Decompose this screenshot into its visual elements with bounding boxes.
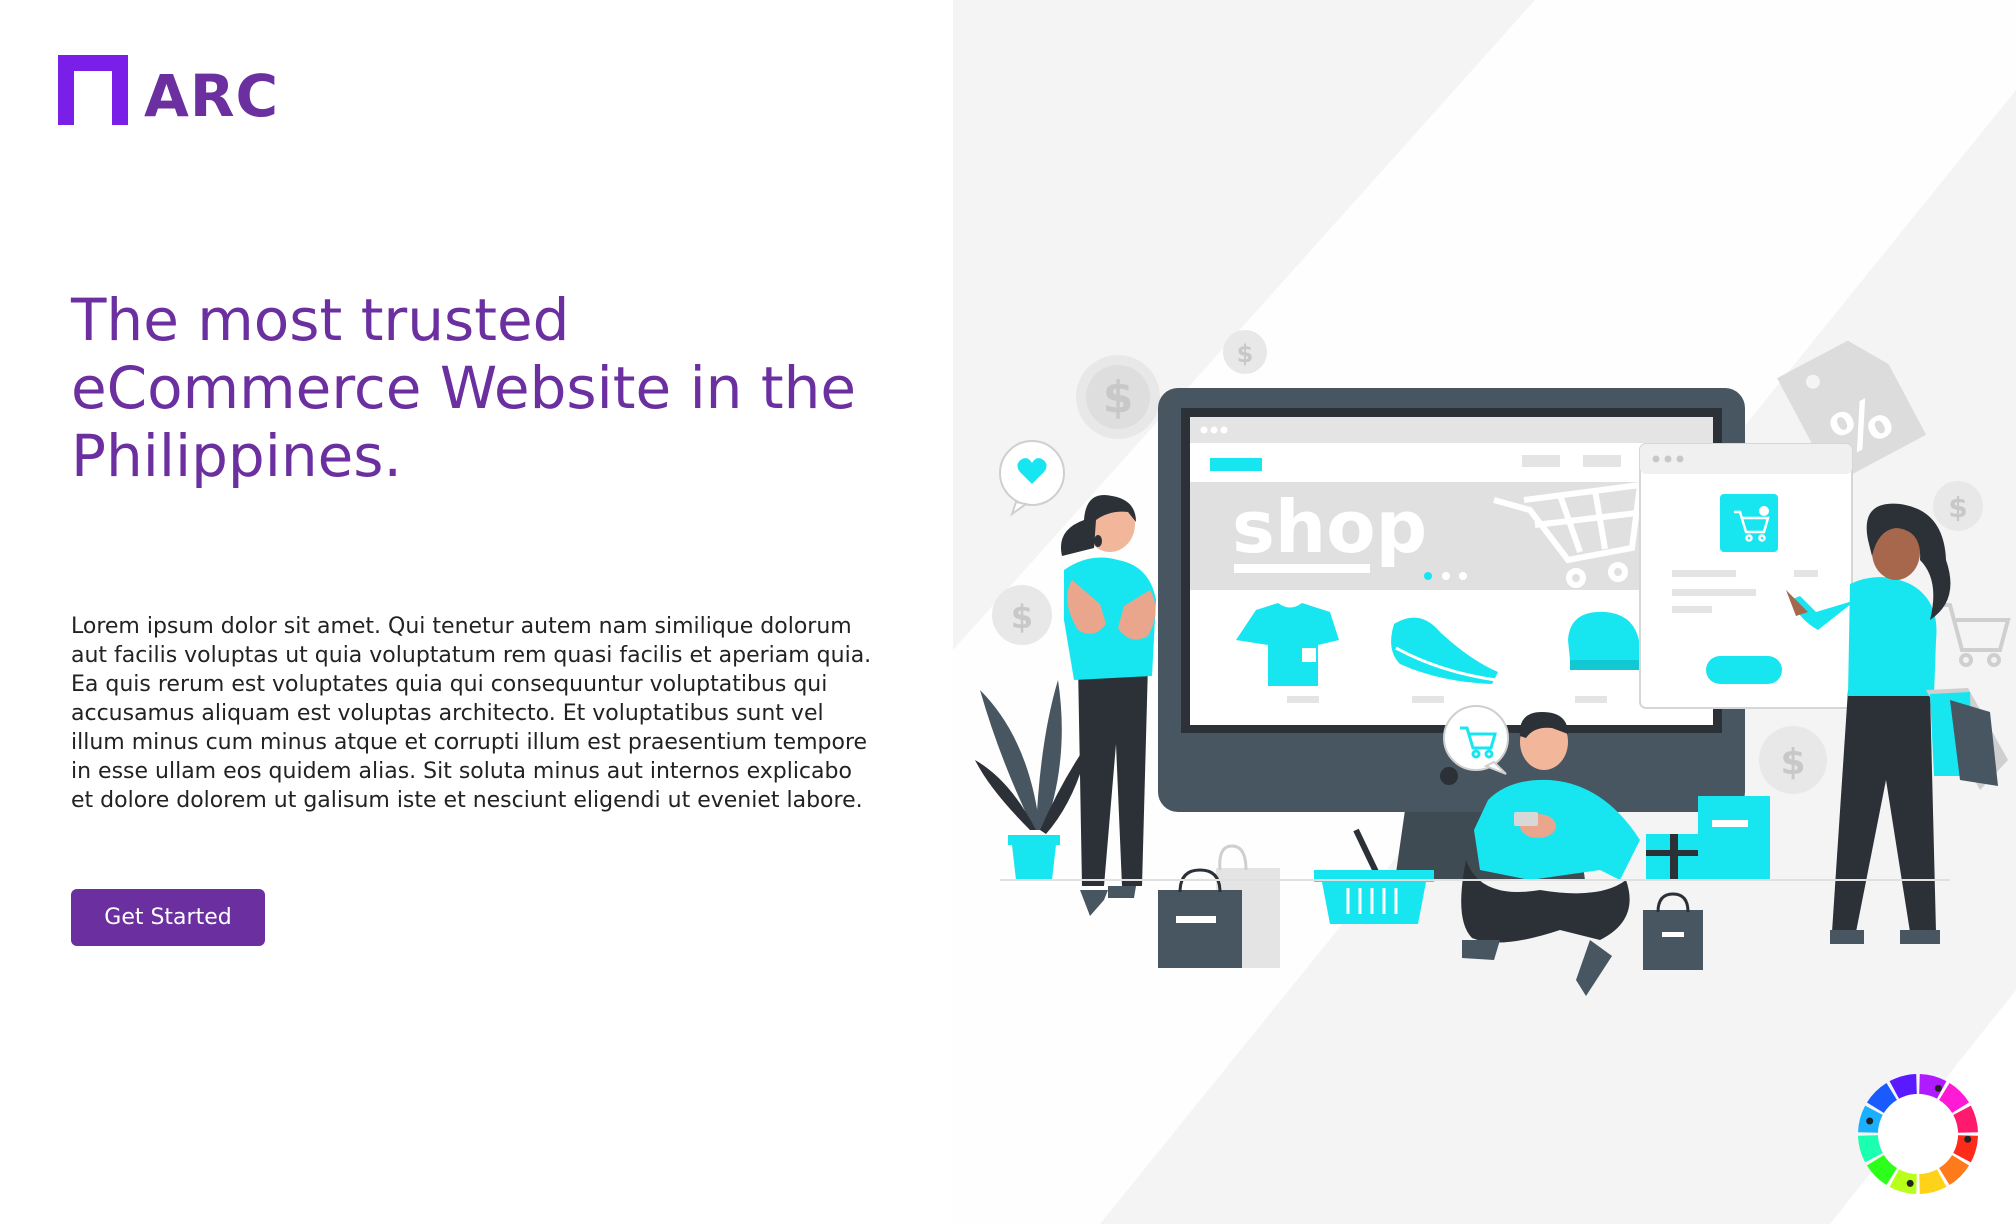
svg-text:$: $ <box>1011 598 1033 636</box>
cart-icon <box>1936 603 2011 667</box>
color-wheel-icon[interactable] <box>1852 1068 1984 1200</box>
get-started-button[interactable]: Get Started <box>71 889 265 946</box>
dollar-coin-icon: $ <box>992 585 1052 645</box>
color-wheel-marker <box>1906 1179 1914 1187</box>
dollar-coin-icon: $ <box>1223 330 1267 374</box>
svg-text:$: $ <box>1948 491 1967 524</box>
hero-description: Lorem ipsum dolor sit amet. Qui tenetur … <box>71 614 872 813</box>
dollar-coin-icon: $ <box>1759 726 1827 794</box>
color-wheel-marker <box>1964 1135 1972 1143</box>
svg-text:$: $ <box>1237 340 1254 368</box>
svg-text:$: $ <box>1103 372 1134 423</box>
gift-boxes <box>1643 796 1770 970</box>
hero-illustration-panel: $ $ $ $ $ % shop <box>953 0 2016 1224</box>
logo-icon <box>58 55 128 125</box>
heart-speech-bubble <box>999 440 1065 517</box>
dollar-coin-icon: $ <box>1076 355 1160 439</box>
brand-logo[interactable]: ARC <box>58 55 279 125</box>
svg-text:$: $ <box>1780 742 1805 783</box>
ecommerce-illustration: $ $ $ $ $ % shop <box>953 0 2016 1224</box>
brand-name: ARC <box>144 62 280 130</box>
color-wheel-marker <box>1934 1084 1942 1092</box>
color-wheel-marker <box>1866 1117 1874 1125</box>
product-card-popup <box>1639 443 1853 709</box>
shop-banner-label: shop <box>1232 485 1427 569</box>
dollar-coin-icon: $ <box>1933 481 1983 531</box>
hero-headline: The most trusted eCommerce Website in the… <box>71 286 857 490</box>
hero-left-panel: ARC The most trusted eCommerce Website in… <box>0 0 953 1224</box>
